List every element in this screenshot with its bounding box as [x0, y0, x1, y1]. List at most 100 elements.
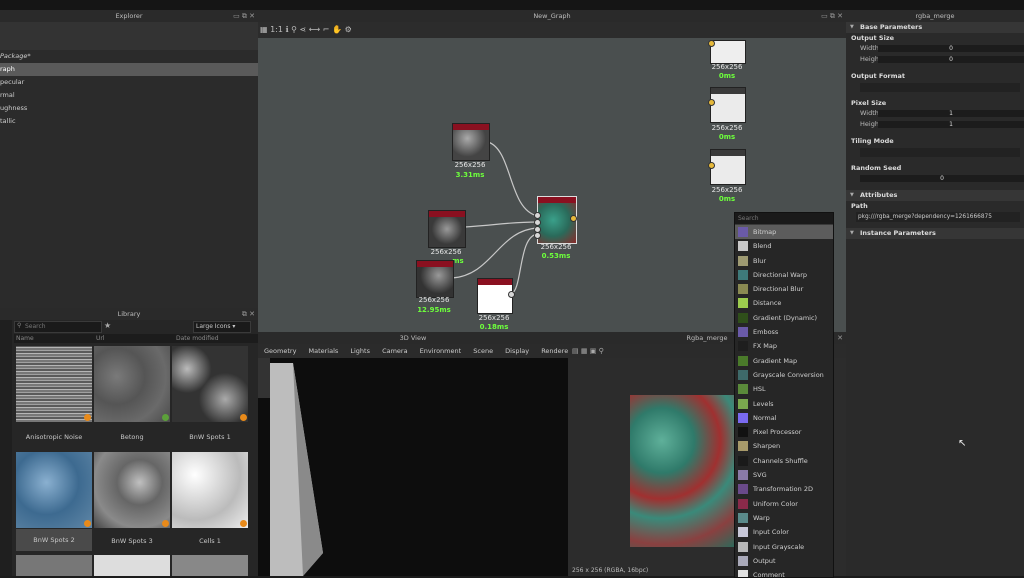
- pixel-width-row: Width 1: [846, 108, 1024, 119]
- node-menu-item[interactable]: Gradient Map: [735, 354, 833, 368]
- column-date[interactable]: Date modified: [176, 334, 219, 343]
- menu-lights[interactable]: Lights: [350, 347, 370, 355]
- node-menu-item[interactable]: Normal: [735, 411, 833, 425]
- output-port[interactable]: [570, 215, 577, 222]
- panel-controls[interactable]: ▭ ⧉ ✕: [233, 10, 255, 22]
- library-item-partial[interactable]: [16, 555, 92, 576]
- texture-status: 256 x 256 (RGBA, 16bpc): [572, 567, 649, 574]
- tree-item-specular[interactable]: pecular: [0, 76, 258, 89]
- node-menu-item[interactable]: HSL: [735, 382, 833, 396]
- node-menu-item[interactable]: Levels: [735, 397, 833, 411]
- graph-output-node[interactable]: [710, 149, 746, 185]
- node-menu-item[interactable]: Comment: [735, 568, 833, 577]
- node-menu-item[interactable]: SVG: [735, 468, 833, 482]
- output-port[interactable]: [508, 291, 515, 298]
- library-search-input[interactable]: ⚲ Search: [14, 321, 102, 333]
- menu-materials[interactable]: Materials: [309, 347, 339, 355]
- height-field[interactable]: 0: [878, 56, 1024, 63]
- tree-item-roughness[interactable]: ughness: [0, 102, 258, 115]
- node-menu-item[interactable]: Uniform Color: [735, 497, 833, 511]
- input-port[interactable]: [534, 219, 541, 226]
- node-menu-search-input[interactable]: Search: [735, 213, 833, 225]
- node-menu-item[interactable]: Directional Blur: [735, 282, 833, 296]
- node-menu-item[interactable]: Sharpen: [735, 439, 833, 453]
- node-menu-item[interactable]: Pixel Processor: [735, 425, 833, 439]
- graph-node[interactable]: [416, 260, 454, 298]
- graph-node[interactable]: [428, 210, 466, 248]
- node-menu-item[interactable]: Output: [735, 554, 833, 568]
- copy-icon[interactable]: ▤: [572, 347, 579, 355]
- section-instance-parameters[interactable]: Instance Parameters: [846, 228, 1024, 239]
- panel-controls[interactable]: ⧉ ✕: [242, 308, 255, 320]
- tree-item-graph[interactable]: raph: [0, 63, 258, 76]
- library-item-bnw-spots-1[interactable]: [172, 346, 248, 422]
- node-menu-item[interactable]: Blur: [735, 254, 833, 268]
- library-item-bnw-spots-2[interactable]: [16, 452, 92, 528]
- pixel-width-field[interactable]: 1: [878, 110, 1024, 117]
- node-menu-item[interactable]: Input Color: [735, 525, 833, 539]
- path-field[interactable]: pkg:///rgba_merge?dependency=1261666875: [856, 212, 1020, 222]
- input-port[interactable]: [708, 40, 715, 47]
- node-menu-item-label: Levels: [753, 399, 774, 408]
- menu-scene[interactable]: Scene: [473, 347, 493, 355]
- output-size-label: Output Size: [851, 34, 895, 42]
- graph-output-node[interactable]: [710, 40, 746, 64]
- output-format-select[interactable]: [860, 83, 1020, 92]
- random-seed-field[interactable]: 0: [860, 175, 1024, 182]
- input-port[interactable]: [534, 232, 541, 239]
- node-menu-item-label: Emboss: [753, 328, 779, 337]
- column-url[interactable]: Url: [96, 334, 105, 343]
- menu-renderer[interactable]: Renderer: [541, 347, 568, 355]
- library-item-betong[interactable]: [94, 346, 170, 422]
- graph-node[interactable]: [452, 123, 490, 161]
- section-attributes[interactable]: Attributes: [846, 190, 1024, 201]
- node-menu-item[interactable]: Bitmap: [735, 225, 833, 240]
- section-base-parameters[interactable]: Base Parameters: [846, 22, 1024, 33]
- library-item-partial[interactable]: [94, 555, 170, 576]
- node-menu-item[interactable]: Distance: [735, 296, 833, 310]
- tiling-mode-select[interactable]: [860, 148, 1020, 157]
- menu-geometry[interactable]: Geometry: [264, 347, 296, 355]
- library-item-partial[interactable]: [172, 555, 248, 576]
- channel-icon[interactable]: ▦: [581, 347, 588, 355]
- pixel-height-field[interactable]: 1: [878, 121, 1024, 128]
- tree-item-normal[interactable]: rmal: [0, 89, 258, 102]
- library-item-anisotropic-noise[interactable]: [16, 346, 92, 422]
- menu-environment[interactable]: Environment: [420, 347, 462, 355]
- node-menu-item[interactable]: Transformation 2D: [735, 482, 833, 496]
- node-menu-item[interactable]: Grayscale Conversion: [735, 368, 833, 382]
- node-menu-item[interactable]: Input Grayscale: [735, 540, 833, 554]
- menu-camera[interactable]: Camera: [382, 347, 408, 355]
- width-field[interactable]: 0: [878, 45, 1024, 52]
- node-menu-item[interactable]: Blend: [735, 239, 833, 253]
- node-menu-item[interactable]: Channels Shuffle: [735, 454, 833, 468]
- column-name[interactable]: Name: [16, 334, 34, 343]
- view-mode-select[interactable]: Large Icons ▾: [193, 321, 251, 333]
- node-menu-item[interactable]: Directional Warp: [735, 268, 833, 282]
- tree-item-metallic[interactable]: tallic: [0, 115, 258, 128]
- display-icon[interactable]: ▣: [590, 347, 597, 355]
- panel-controls[interactable]: ✕: [837, 332, 843, 344]
- input-port[interactable]: [708, 162, 715, 169]
- library-item-cells-1[interactable]: [172, 452, 248, 528]
- star-icon[interactable]: ★: [104, 321, 111, 330]
- node-insert-menu[interactable]: Search Bitmap Blend Blur Directional Warp Di…: [734, 212, 834, 578]
- node-type-swatch-icon: [738, 470, 748, 481]
- node-menu-item[interactable]: FX Map: [735, 339, 833, 353]
- 3d-view-panel[interactable]: 3D View Geometry Materials Lights Camera…: [258, 332, 568, 576]
- node-type-swatch-icon: [738, 269, 748, 280]
- graph-output-node[interactable]: [710, 87, 746, 123]
- input-port[interactable]: [534, 212, 541, 219]
- zoom-icon[interactable]: ⚲: [599, 347, 604, 355]
- node-menu-item[interactable]: Warp: [735, 511, 833, 525]
- input-port[interactable]: [708, 99, 715, 106]
- node-menu-item[interactable]: Gradient (Dynamic): [735, 311, 833, 325]
- node-menu-item-label: HSL: [753, 385, 766, 394]
- node-menu-item-label: Gradient (Dynamic): [753, 313, 818, 322]
- node-menu-item[interactable]: Emboss: [735, 325, 833, 339]
- tree-item-package[interactable]: Package*: [0, 50, 258, 63]
- 3d-viewport[interactable]: [258, 358, 568, 576]
- library-category-sidebar[interactable]: [0, 320, 12, 576]
- menu-display[interactable]: Display: [505, 347, 529, 355]
- library-item-bnw-spots-3[interactable]: [94, 452, 170, 528]
